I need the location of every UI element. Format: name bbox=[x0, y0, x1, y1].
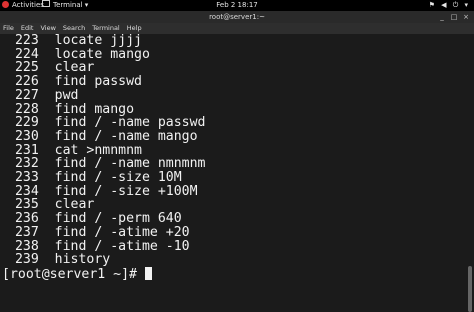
history-line: 226 find passwd bbox=[7, 74, 142, 90]
window-title: root@server1:~ bbox=[209, 13, 265, 21]
prompt-line[interactable]: [root@server1 ~]# bbox=[2, 266, 152, 282]
maximize-button[interactable]: □ bbox=[448, 11, 460, 23]
history-line: 229 find / -name passwd bbox=[7, 115, 206, 131]
system-top-bar: Activities Terminal ▾ Feb 2 18:17 ⚑ ◀ ⏻ … bbox=[0, 0, 474, 11]
text-cursor bbox=[144, 266, 152, 280]
history-line: 239 history bbox=[7, 252, 111, 268]
history-line: 224 locate mango bbox=[7, 46, 150, 62]
history-line: 225 clear bbox=[7, 60, 95, 76]
window-titlebar[interactable]: root@server1:~ _ □ × bbox=[0, 11, 474, 23]
history-line: 237 find / -atime +20 bbox=[7, 224, 190, 240]
history-line: 234 find / -size +100M bbox=[7, 183, 198, 199]
system-status-icons[interactable]: ⚑ ◀ ⏻ ▾ bbox=[429, 0, 470, 11]
shell-prompt: [root@server1 ~]# bbox=[2, 266, 145, 282]
minimize-button[interactable]: _ bbox=[436, 11, 448, 23]
history-line: 238 find / -atime -10 bbox=[7, 238, 190, 254]
history-line: 233 find / -size 10M bbox=[7, 170, 182, 185]
history-line: 232 find / -name nmnmnm bbox=[7, 156, 206, 172]
history-line: 236 find / -perm 640 bbox=[7, 211, 182, 227]
close-button[interactable]: × bbox=[460, 11, 472, 23]
history-line: 231 cat >nmnmnm bbox=[7, 142, 142, 158]
history-line: 227 pwd bbox=[7, 87, 79, 103]
history-line: 235 clear bbox=[7, 197, 95, 213]
terminal-output[interactable]: 223 locate jjjj 224 locate mango 225 cle… bbox=[0, 34, 466, 284]
scrollbar-thumb[interactable] bbox=[468, 266, 472, 312]
history-line: 228 find mango bbox=[7, 101, 135, 117]
clock[interactable]: Feb 2 18:17 bbox=[0, 0, 474, 11]
history-line: 223 locate jjjj bbox=[7, 33, 142, 48]
history-line: 230 find / -name mango bbox=[7, 128, 198, 144]
scrollbar[interactable] bbox=[466, 34, 474, 312]
